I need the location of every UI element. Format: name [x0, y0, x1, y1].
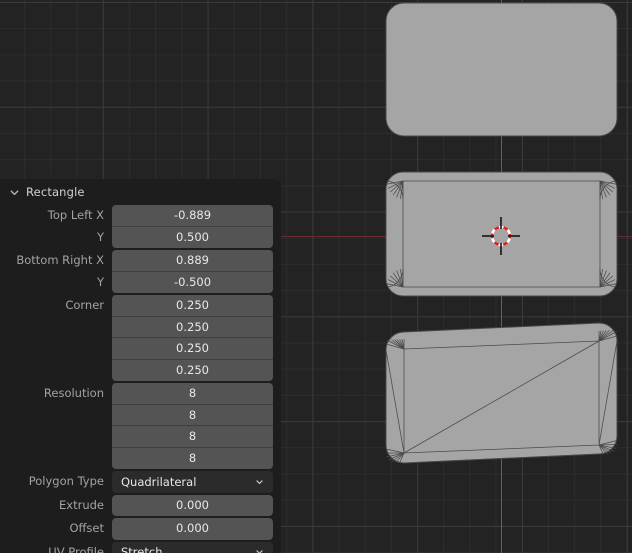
- dropdown-value: Quadrilateral: [121, 474, 197, 489]
- operator-panel: Rectangle Top Left X Y -0.889 0.500 Bottom R…: [0, 179, 281, 553]
- label-column: Resolution: [0, 383, 112, 469]
- chevron-down-icon: [256, 480, 263, 484]
- field-column: 0.889 -0.500: [112, 250, 273, 293]
- label-column: Offset: [0, 518, 112, 540]
- property-group-resolution: Resolution 8888: [0, 383, 281, 469]
- property-label: [0, 338, 104, 360]
- number-field[interactable]: 8: [112, 383, 273, 405]
- number-field-stack-top-left: -0.889 0.500: [112, 205, 273, 248]
- object-rounded-rectangle-triangulated: [385, 322, 618, 464]
- object-rounded-rectangle-wireframe: [385, 171, 618, 297]
- property-label: [0, 405, 104, 427]
- number-field[interactable]: 0.250: [112, 359, 273, 381]
- number-field[interactable]: 0.000: [112, 494, 273, 516]
- number-field-stack-resolution: 8888: [112, 383, 273, 469]
- number-field-stack-corner: 0.250 0.250 0.250 0.250: [112, 295, 273, 381]
- label-column: Polygon Type: [0, 471, 112, 493]
- number-field[interactable]: 0.500: [112, 226, 273, 248]
- field-column: Quadrilateral: [112, 471, 273, 493]
- property-label: UV Profile: [48, 544, 104, 553]
- panel-body: Top Left X Y -0.889 0.500 Bottom Right X Y 0.8…: [0, 205, 281, 553]
- number-field[interactable]: 0.889: [112, 250, 273, 272]
- property-label: Corner: [65, 298, 104, 312]
- property-label: Bottom Right X: [16, 253, 104, 267]
- property-group-top-left: Top Left X Y -0.889 0.500: [0, 205, 281, 248]
- label-column: UV Profile: [0, 542, 112, 553]
- number-field-stack-extrude: 0.000: [112, 494, 273, 516]
- field-column: 8888: [112, 383, 273, 469]
- blender-window: Rectangle Top Left X Y -0.889 0.500 Bottom R…: [0, 0, 632, 553]
- number-field-stack-offset: 0.000: [112, 518, 273, 540]
- label-column: Top Left X Y: [0, 205, 112, 248]
- property-group-bottom-right: Bottom Right X Y 0.889 -0.500: [0, 250, 281, 293]
- label-column: Corner: [0, 295, 112, 381]
- property-label: Resolution: [43, 386, 104, 400]
- property-label: Offset: [69, 521, 104, 535]
- number-field-stack-bottom-right: 0.889 -0.500: [112, 250, 273, 293]
- panel-header[interactable]: Rectangle: [0, 179, 281, 205]
- property-label: Top Left X: [47, 208, 104, 222]
- property-label: [0, 317, 104, 339]
- number-field[interactable]: 0.250: [112, 338, 273, 360]
- property-group-extrude: Extrude 0.000: [0, 494, 281, 517]
- property-label: Polygon Type: [28, 474, 104, 488]
- property-label: [0, 360, 104, 382]
- property-group-offset: Offset 0.000: [0, 518, 281, 540]
- property-group-polygon-type: Polygon Type Quadrilateral: [0, 471, 281, 493]
- number-field[interactable]: 0.250: [112, 316, 273, 338]
- dropdown-polygon-type[interactable]: Quadrilateral: [112, 471, 273, 493]
- property-label: Y: [96, 229, 104, 244]
- number-field[interactable]: 8: [112, 426, 273, 448]
- number-field[interactable]: -0.889: [112, 205, 273, 227]
- field-column: 0.000: [112, 494, 273, 516]
- property-label: [0, 448, 104, 470]
- field-column: 0.000: [112, 518, 273, 540]
- number-field[interactable]: 0.000: [112, 518, 273, 540]
- property-group-uv-profile: UV Profile Stretch: [0, 541, 281, 553]
- field-column: Stretch: [112, 541, 273, 553]
- number-field[interactable]: -0.500: [112, 271, 273, 293]
- property-label: Extrude: [59, 497, 104, 512]
- number-field[interactable]: 8: [112, 447, 273, 469]
- number-field[interactable]: 8: [112, 404, 273, 426]
- property-label: Y: [96, 274, 104, 289]
- label-column: Bottom Right X Y: [0, 250, 112, 293]
- field-column: 0.250 0.250 0.250 0.250: [112, 295, 273, 381]
- label-column: Extrude: [0, 495, 112, 517]
- dropdown-uv-profile[interactable]: Stretch: [112, 541, 273, 553]
- chevron-down-icon: [256, 550, 263, 553]
- object-rounded-rectangle-solid: [385, 2, 618, 137]
- chevron-down-icon: [10, 189, 19, 195]
- dropdown-value: Stretch: [121, 545, 163, 553]
- number-field[interactable]: 0.250: [112, 295, 273, 317]
- property-label: [0, 426, 104, 448]
- field-column: -0.889 0.500: [112, 205, 273, 248]
- property-group-corner: Corner 0.250 0.250 0.250 0.250: [0, 295, 281, 381]
- panel-title: Rectangle: [26, 185, 85, 199]
